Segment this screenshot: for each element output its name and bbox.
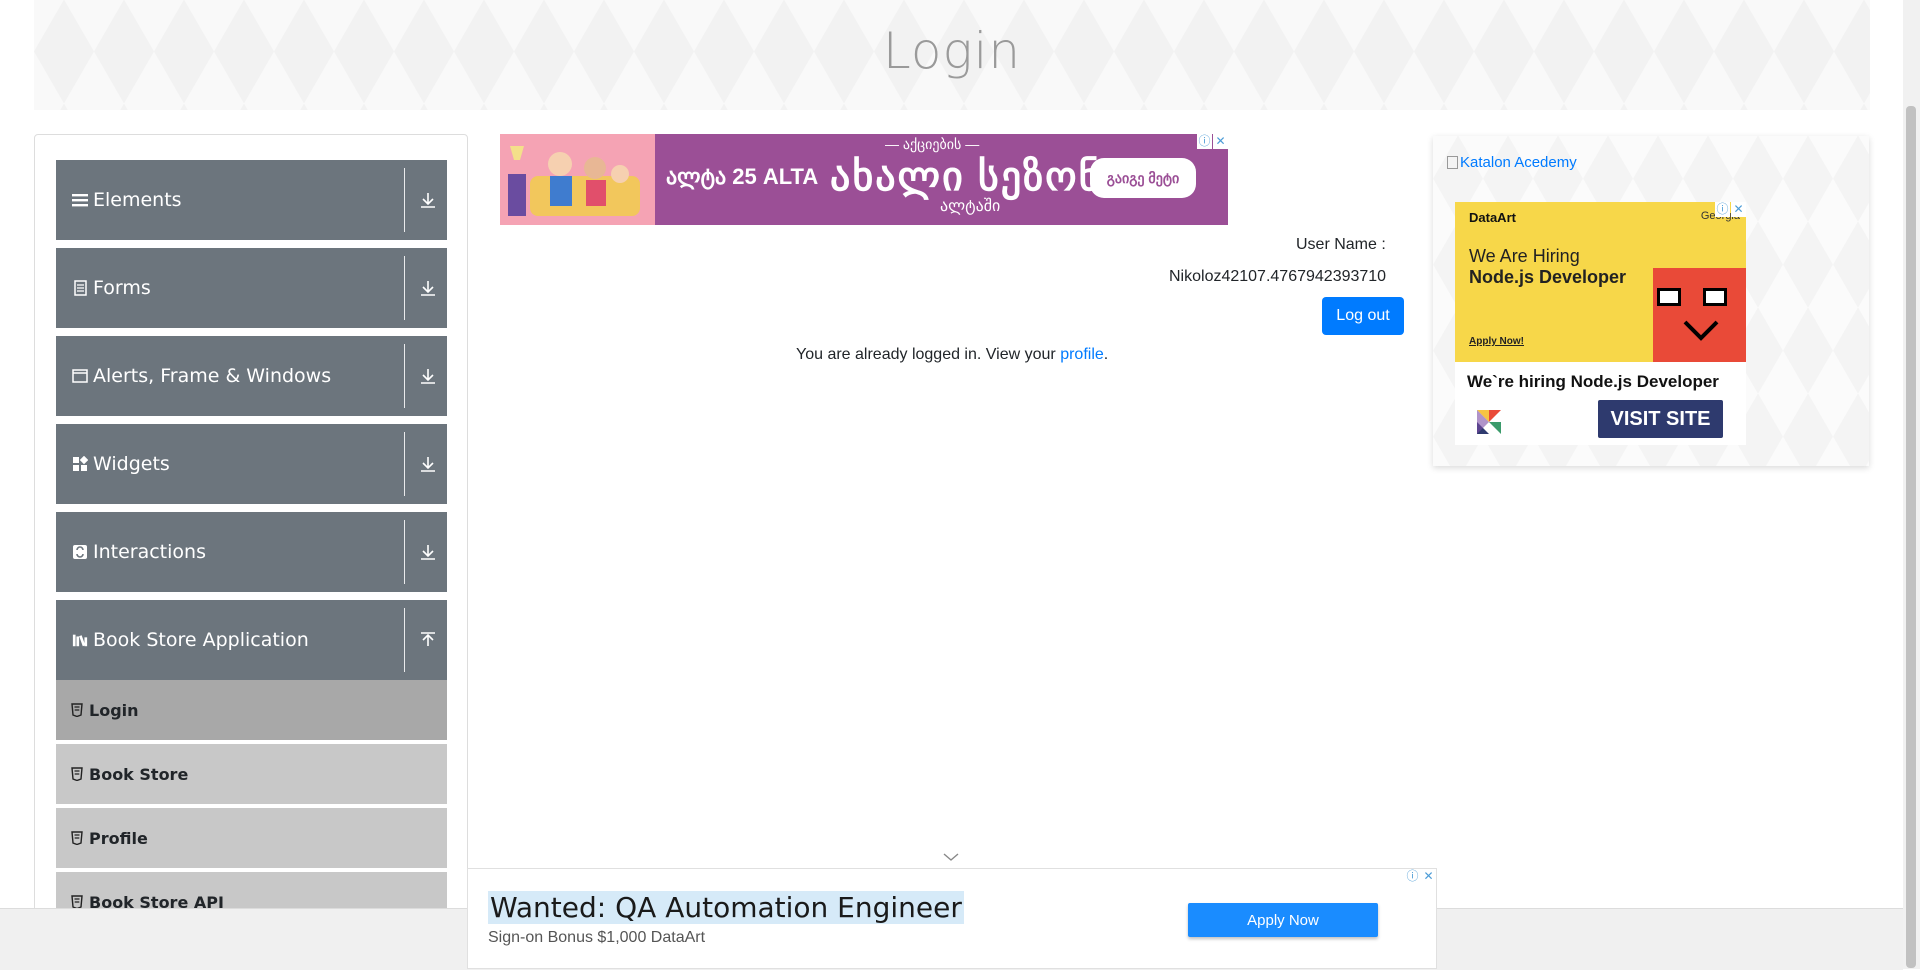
logged-in-message-text: You are already logged in. View your (796, 346, 1061, 363)
bottom-ad-banner[interactable]: Wanted: QA Automation Engineer Sign-on B… (467, 868, 1437, 969)
broken-image-icon (1447, 156, 1458, 169)
scrollbar-thumb[interactable] (1906, 106, 1916, 968)
divider (404, 168, 405, 232)
download-icon[interactable] (418, 542, 438, 562)
download-icon[interactable] (418, 190, 438, 210)
right-ad-panel: Katalon Acedemy DataArt Georgia We Are H… (1433, 136, 1869, 466)
divider (404, 256, 405, 320)
download-icon[interactable] (418, 278, 438, 298)
apply-now-button[interactable]: Apply Now (1188, 903, 1378, 937)
download-icon[interactable] (418, 454, 438, 474)
chevron-down-icon[interactable] (942, 850, 960, 864)
html5-icon (71, 831, 83, 845)
ad-hiring-text: We Are Hiring Node.js Developer (1469, 246, 1626, 288)
sidebar-group-elements[interactable]: Elements (56, 160, 447, 240)
adchoices-icon[interactable]: ⓘ (1405, 869, 1420, 884)
adchoices-icon[interactable]: ⓘ (1715, 202, 1730, 217)
logged-in-message: You are already logged in. View your pro… (796, 346, 1108, 364)
sidebar-item-login[interactable]: Login (56, 680, 447, 742)
sidebar-item-book-store[interactable]: Book Store (56, 744, 447, 806)
visit-site-button[interactable]: VISIT SITE (1598, 400, 1723, 438)
sidebar-group-label: Book Store Application (93, 629, 309, 651)
bottom-ad-headline: Wanted: QA Automation Engineer (488, 891, 964, 924)
ad-small-text: — აქციების — (885, 136, 980, 152)
katalon-ad-link[interactable]: Katalon Acedemy (1447, 154, 1577, 171)
close-icon[interactable]: ✕ (1213, 134, 1228, 149)
sidebar-group-label: Widgets (93, 453, 170, 475)
username-value: Nikoloz42107.4767942393710 (1169, 268, 1387, 285)
sidebar-group-label: Forms (93, 277, 151, 299)
ad-more-button[interactable]: გაიგე მეტი (1090, 158, 1196, 198)
sidebar-group-label: Alerts, Frame & Windows (93, 365, 332, 387)
sidebar-group-label: Elements (93, 189, 182, 211)
ad-alta-text: ალტა 25 ALTA (666, 164, 819, 189)
divider (404, 344, 405, 408)
sidebar-group-forms[interactable]: Forms (56, 248, 447, 328)
ad-bottom-text: We`re hiring Node.js Developer (1467, 372, 1719, 391)
profile-link[interactable]: profile (1060, 346, 1104, 363)
ad-face-illustration (1653, 268, 1746, 362)
sidebar-group-widgets[interactable]: Widgets (56, 424, 447, 504)
bottom-ad-subtext: Sign-on Bonus $1,000 DataArt (488, 929, 706, 946)
ad-face-eye (1703, 288, 1727, 306)
top-ad-banner[interactable]: ალტა 25 ALTA — აქციების — ახალი სეზონი ა… (500, 134, 1228, 225)
upload-icon[interactable] (418, 630, 438, 650)
ad-face-eye (1657, 288, 1681, 306)
sidebar-group-book-store-application[interactable]: Book Store Application (56, 600, 447, 680)
close-icon[interactable]: ✕ (1731, 202, 1746, 217)
ad-hiring-line2: Node.js Developer (1469, 267, 1627, 287)
katalon-ad-alt-text: Katalon Acedemy (1460, 154, 1577, 171)
logged-in-message-suffix: . (1103, 346, 1109, 363)
username-label: User Name : (1296, 236, 1386, 253)
ad-apply-small[interactable]: Apply Now! (1469, 336, 1524, 347)
form-icon (72, 280, 88, 296)
widgets-icon (72, 456, 88, 472)
books-icon (72, 632, 88, 648)
divider (404, 520, 405, 584)
sidebar-group-label: Interactions (93, 541, 206, 563)
divider (404, 432, 405, 496)
page-header: Login (34, 0, 1870, 110)
page-title: Login (882, 22, 1022, 80)
sidebar-item-label: Book Store (89, 764, 189, 784)
sidebar-group-interactions[interactable]: Interactions (56, 512, 447, 592)
window-icon (72, 368, 88, 384)
page-scrollbar[interactable] (1903, 0, 1920, 969)
html5-icon (71, 895, 83, 909)
html5-icon (71, 767, 83, 781)
dataart-logo-icon (1477, 410, 1501, 434)
ad-yellow-panel: DataArt Georgia We Are Hiring Node.js De… (1455, 202, 1746, 362)
adchoices-icon[interactable]: ⓘ (1197, 134, 1212, 149)
sidebar-item-profile[interactable]: Profile (56, 808, 447, 870)
html5-icon (71, 703, 83, 717)
ad-sub-text: ალტაში (940, 198, 1001, 215)
interactions-icon (72, 544, 88, 560)
sidebar-item-label: Login (89, 700, 139, 720)
divider (404, 608, 405, 672)
close-icon[interactable]: ✕ (1421, 869, 1436, 884)
sidebar-group-alerts[interactable]: Alerts, Frame & Windows (56, 336, 447, 416)
download-icon[interactable] (418, 366, 438, 386)
ad-brand: DataArt (1469, 210, 1516, 225)
ad-main-text: ახალი სეზონი (830, 155, 1125, 199)
dataart-ad[interactable]: DataArt Georgia We Are Hiring Node.js De… (1455, 202, 1746, 445)
sidebar: Elements Forms Alerts, Frame & Windows W… (34, 134, 468, 969)
sidebar-item-label: Profile (89, 828, 148, 848)
ad-hiring-line1: We Are Hiring (1469, 246, 1580, 266)
logout-button[interactable]: Log out (1322, 297, 1404, 335)
ad-cartoon-image (500, 134, 655, 225)
list-icon (72, 192, 88, 208)
